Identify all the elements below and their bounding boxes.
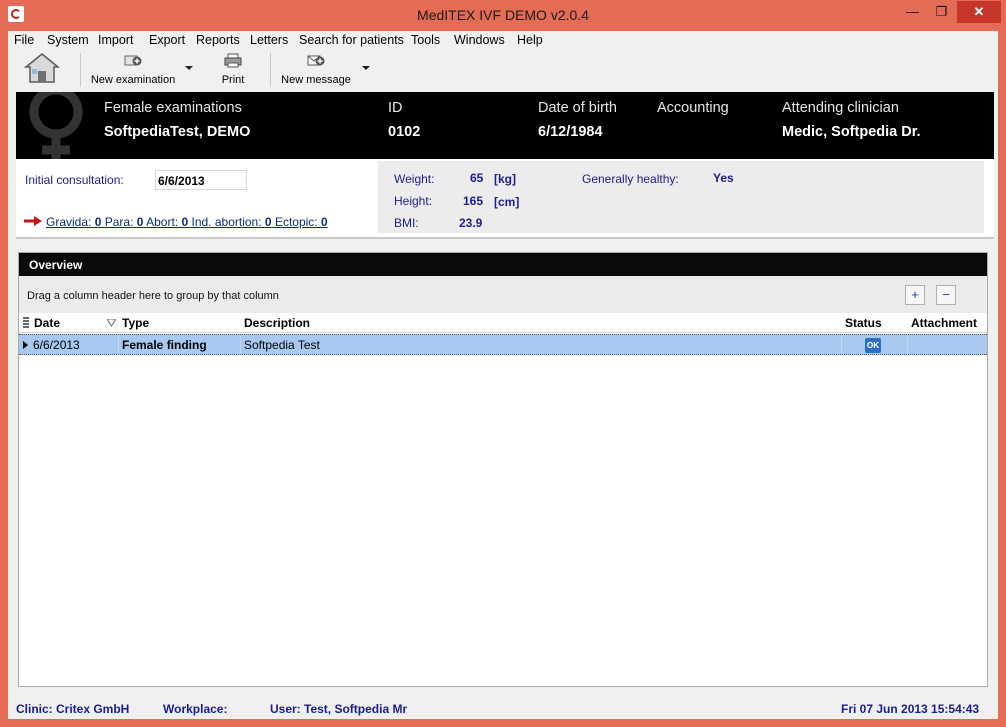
column-attachment[interactable]: Attachment	[911, 316, 977, 330]
column-headers: Date Type Description Status Attachment	[19, 313, 987, 333]
info-panel: Initial consultation: 6/6/2013 Gravida: …	[16, 159, 994, 239]
id-label: ID	[388, 100, 403, 116]
status-clinic: Clinic: Critex GmbH	[16, 702, 130, 716]
new-message-dropdown-icon[interactable]	[362, 66, 370, 70]
menu-system[interactable]: System	[47, 33, 89, 47]
bmi-value: 23.9	[459, 216, 483, 230]
toolbar: New examination Print New message	[8, 50, 998, 89]
column-status[interactable]: Status	[845, 316, 882, 330]
cell-date: 6/6/2013	[33, 338, 80, 352]
client-area: File System Import Export Reports Letter…	[8, 31, 998, 719]
height-unit: [cm]	[494, 195, 520, 209]
maximize-button[interactable]: ❐	[928, 1, 955, 23]
toolbar-separator	[80, 53, 81, 87]
new-examination-dropdown-icon[interactable]	[185, 66, 193, 70]
cell-divider	[240, 335, 241, 354]
abort-value: 0	[181, 215, 189, 229]
clinician-label: Attending clinician	[782, 100, 899, 116]
home-button[interactable]	[22, 50, 62, 88]
new-message-icon	[307, 55, 325, 66]
status-workplace: Workplace:	[163, 702, 228, 716]
obstetric-history-link[interactable]: Gravida: 0 Para: 0 Abort: 0 Ind. abortio…	[46, 215, 328, 229]
attending-clinician: Medic, Softpedia Dr.	[782, 124, 921, 140]
menu-file[interactable]: File	[14, 33, 34, 47]
filter-icon[interactable]	[107, 319, 116, 327]
para-label: Para:	[104, 215, 134, 229]
menu-search-for-patients[interactable]: Search for patients	[299, 33, 404, 47]
column-date[interactable]: Date	[34, 316, 60, 330]
ind-abortion-value: 0	[264, 215, 272, 229]
new-message-label: New message	[281, 74, 351, 86]
minimize-button[interactable]: —	[899, 1, 926, 23]
bmi-label: BMI:	[394, 216, 419, 230]
initial-consultation-field[interactable]: 6/6/2013	[155, 170, 247, 190]
gravida-value: 0	[94, 215, 102, 229]
ectopic-value: 0	[320, 215, 328, 229]
column-chooser-icon[interactable]	[22, 317, 30, 329]
height-value: 165	[463, 194, 484, 208]
group-by-area[interactable]: Drag a column header here to group by th…	[19, 276, 987, 313]
initial-consultation-label: Initial consultation:	[25, 173, 124, 187]
dob-label: Date of birth	[538, 100, 617, 116]
collapse-all-button[interactable]: −	[936, 285, 956, 305]
title-bar: MedITEX IVF DEMO v2.0.4 — ❐ ✕	[0, 0, 1006, 31]
cell-divider	[841, 335, 842, 354]
gravida-label: Gravida:	[46, 215, 92, 229]
ind-abortion-label: Ind. abortion:	[191, 215, 262, 229]
print-label: Print	[221, 74, 245, 86]
column-type[interactable]: Type	[122, 316, 149, 330]
menu-windows[interactable]: Windows	[454, 33, 505, 47]
patient-header: Female examinations SoftpediaTest, DEMO …	[16, 92, 994, 159]
patient-dob: 6/12/1984	[538, 124, 603, 140]
menu-reports[interactable]: Reports	[196, 33, 240, 47]
patient-name: SoftpediaTest, DEMO	[104, 124, 251, 140]
status-user: User: Test, Softpedia Mr	[270, 702, 408, 716]
close-button[interactable]: ✕	[957, 1, 1001, 23]
weight-value: 65	[470, 171, 484, 185]
column-description[interactable]: Description	[244, 316, 310, 330]
group-by-hint: Drag a column header here to group by th…	[27, 290, 279, 302]
expand-all-button[interactable]: +	[905, 285, 925, 305]
new-message-button[interactable]: New message	[278, 50, 354, 88]
menu-help[interactable]: Help	[517, 33, 543, 47]
section-label: Female examinations	[104, 100, 242, 116]
new-examination-label: New examination	[90, 74, 176, 86]
ectopic-label: Ectopic:	[274, 215, 318, 229]
home-icon	[23, 53, 61, 83]
cell-type: Female finding	[122, 338, 207, 352]
weight-label: Weight:	[394, 172, 435, 186]
status-datetime: Fri 07 Jun 2013 15:54:43	[841, 702, 980, 716]
menu-letters[interactable]: Letters	[250, 33, 288, 47]
cell-divider	[118, 335, 119, 354]
print-button[interactable]: Print	[213, 50, 253, 88]
toolbar-separator	[270, 53, 271, 87]
red-arrow-icon	[24, 216, 42, 226]
menu-bar: File System Import Export Reports Letter…	[8, 31, 998, 50]
status-ok-badge: OK	[865, 338, 881, 353]
accounting-label: Accounting	[657, 100, 729, 116]
window-title: MedITEX IVF DEMO v2.0.4	[417, 7, 589, 23]
menu-import[interactable]: Import	[98, 33, 133, 47]
row-indicator-icon	[23, 341, 28, 349]
cell-divider	[907, 335, 908, 354]
cell-description: Softpedia Test	[244, 338, 320, 352]
menu-export[interactable]: Export	[149, 33, 185, 47]
status-bar: Clinic: Critex GmbH Workplace: User: Tes…	[8, 696, 998, 718]
height-label: Height:	[394, 194, 433, 208]
abort-label: Abort:	[146, 215, 179, 229]
menu-tools[interactable]: Tools	[411, 33, 440, 47]
printer-icon	[224, 53, 242, 68]
generally-healthy-label: Generally healthy:	[582, 172, 679, 186]
new-examination-button[interactable]: New examination	[88, 50, 178, 88]
weight-unit: [kg]	[494, 172, 516, 186]
female-symbol-icon	[29, 92, 83, 159]
generally-healthy-value: Yes	[713, 171, 734, 185]
overview-panel: Overview Drag a column header here to gr…	[18, 252, 988, 687]
new-examination-icon	[124, 55, 142, 66]
vitals-panel: Weight: 65 [kg] Height: 165 [cm] BMI: 23…	[378, 161, 984, 233]
patient-id: 0102	[388, 124, 421, 140]
overview-title: Overview	[19, 253, 987, 276]
para-value: 0	[136, 215, 144, 229]
table-row[interactable]: 6/6/2013 Female finding Softpedia Test O…	[19, 334, 987, 355]
